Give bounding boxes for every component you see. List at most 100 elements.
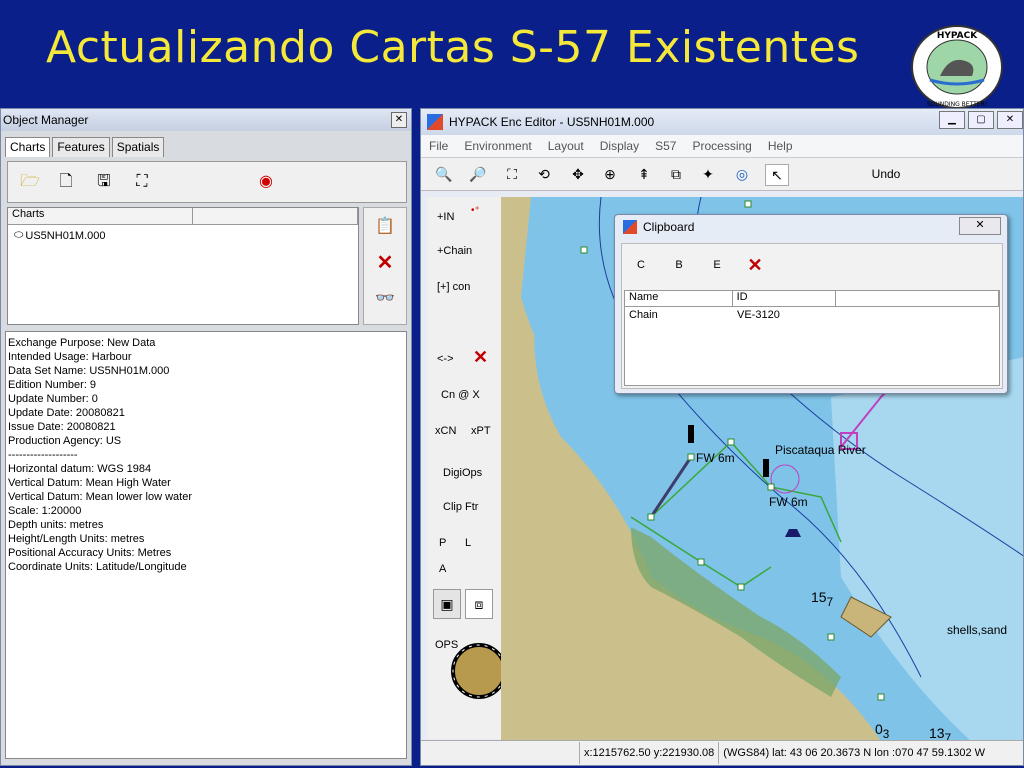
info-line: Data Set Name: US5NH01M.000 [8,365,170,377]
menu-environment[interactable]: Environment [456,139,539,153]
add-point-icon[interactable]: •⁺ [471,205,480,216]
chart-properties-icon[interactable]: 📋 [364,208,406,244]
table-row[interactable]: Chain VE-3120 [625,307,999,323]
clip-feature-button[interactable]: Clip Ftr [443,501,478,513]
clipboard-b-button[interactable]: B [660,259,698,271]
north-up-icon[interactable]: ⇞ [633,164,655,184]
list-item[interactable]: ⬭ US5NH01M.000 [8,225,358,242]
enc-editor-titlebar[interactable]: HYPACK Enc Editor - US5NH01M.000 ▁ ▢ ✕ [421,109,1023,135]
center-icon[interactable]: ⊕ [599,164,621,184]
info-line: Issue Date: 20080821 [8,421,116,433]
beacon-icon [763,459,769,477]
info-line: Intended Usage: Harbour [8,351,132,363]
select-pointer-icon[interactable]: ↖ [765,164,789,186]
blank-column-header[interactable] [836,291,999,306]
save-icon[interactable]: 🖫 [94,172,114,192]
sounding-label: 157 [811,589,834,609]
object-manager-close-button[interactable]: ✕ [391,112,407,128]
add-in-button[interactable]: +IN [437,211,454,223]
cn-at-x-button[interactable]: Cn @ X [441,389,480,401]
zoom-extents-icon[interactable]: ⛶ [501,164,523,184]
chain-vertex[interactable] [877,693,885,701]
info-line: Production Agency: US [8,435,122,447]
undo-button[interactable]: Undo [861,164,911,184]
clipboard-c-button[interactable]: C [622,259,660,271]
menu-help[interactable]: Help [760,139,801,153]
info-line: Coordinate Units: Latitude/Longitude [8,561,187,573]
zoom-previous-icon[interactable]: ⟲ [533,164,555,184]
menu-file[interactable]: File [421,139,456,153]
blank-column-header[interactable] [193,208,358,224]
chain-vertex[interactable] [767,483,775,491]
zoom-extents-icon[interactable]: ⛶ [132,172,152,192]
zoom-out-icon[interactable]: 🔎 [467,164,489,184]
maximize-button[interactable]: ▢ [968,111,994,129]
delete-chart-icon[interactable]: ✕ [364,244,406,280]
chain-vertex[interactable] [687,453,695,461]
info-line: Scale: 1:20000 [8,505,82,517]
chain-vertex[interactable] [647,513,655,521]
chart-info-text: Exchange Purpose: New Data Intended Usage… [5,331,407,759]
river-label: Piscataqua River [775,443,866,457]
tab-features[interactable]: Features [52,137,110,157]
clipboard-close-button[interactable]: ✕ [959,217,1001,235]
chain-vertex[interactable] [727,438,735,446]
xcn-button[interactable]: xCN [435,425,456,437]
chain-vertex[interactable] [827,633,835,641]
info-line: Exchange Purpose: New Data [8,337,156,349]
object-manager-titlebar[interactable]: Object Manager ✕ [1,109,411,131]
swap-direction-button[interactable]: <-> [437,353,454,365]
window-buttons: ▁ ▢ ✕ [939,111,1023,129]
area-button[interactable]: A [439,563,446,575]
menu-s57[interactable]: S57 [647,139,684,153]
menu-layout[interactable]: Layout [540,139,592,153]
clipboard-titlebar[interactable]: Clipboard ✕ [615,215,1007,239]
status-bar: x:1215762.50 y:221930.08 (WGS84) lat: 43… [421,740,1023,765]
chain-vertex[interactable] [697,558,705,566]
minimize-button[interactable]: ▁ [939,111,965,129]
pan-icon[interactable]: ✥ [567,164,589,184]
info-line: Depth units: metres [8,519,104,531]
view-chart-icon[interactable]: 👓 [364,280,406,316]
row-id-cell: VE-3120 [737,309,780,321]
compass-dial-icon[interactable] [449,641,509,701]
zoom-in-icon[interactable]: 🔍 [433,164,455,184]
add-chain-button[interactable]: +Chain [437,245,472,257]
id-column-header[interactable]: ID [733,291,837,306]
zoom-window-icon[interactable]: ⧉ [665,164,687,184]
clipboard-e-button[interactable]: E [698,259,736,271]
tab-charts[interactable]: Charts [5,137,51,157]
target-icon[interactable]: ◎ [731,164,753,184]
clipboard-delete-icon[interactable]: ✕ [736,255,774,276]
left-tool-panel: +IN •⁺ +Chain [+] con <-> ✕ Cn @ X xCN x… [427,197,509,739]
point-button[interactable]: P [439,537,446,549]
zoom-mixed-icon[interactable]: ✦ [697,164,719,184]
clipboard-toolbar: C B E ✕ [622,244,1002,286]
close-button[interactable]: ✕ [997,111,1023,129]
object-manager-tabs: Charts Features Spatials [1,131,411,157]
clipboard-title: Clipboard [643,220,695,234]
delete-feature-icon[interactable]: ✕ [473,347,488,368]
xpt-button[interactable]: xPT [471,425,491,437]
info-line: Vertical Datum: Mean lower low water [8,491,193,503]
chain-vertex[interactable] [744,200,752,208]
add-con-button[interactable]: [+] con [437,281,470,293]
logo-top-text: HYPACK [937,31,978,41]
sounding-label: 137 [929,725,952,741]
wire-cube-icon[interactable]: ⧈ [465,589,493,619]
chain-vertex[interactable] [737,583,745,591]
open-folder-icon[interactable]: 🗁 [20,172,40,192]
solid-cube-icon[interactable]: ▣ [433,589,461,619]
menu-display[interactable]: Display [592,139,647,153]
tab-spatials[interactable]: Spatials [111,137,165,157]
enc-editor-window: HYPACK Enc Editor - US5NH01M.000 ▁ ▢ ✕ F… [420,108,1024,766]
info-line: Update Number: 0 [8,393,98,405]
line-button[interactable]: L [465,537,471,549]
menu-processing[interactable]: Processing [684,139,759,153]
digiops-button[interactable]: DigiOps [443,467,482,479]
record-icon[interactable]: ◉ [256,172,276,192]
charts-column-header[interactable]: Charts [8,208,193,224]
name-column-header[interactable]: Name [625,291,733,306]
chain-vertex[interactable] [580,246,588,254]
new-file-icon[interactable]: 🗋 [56,172,76,192]
